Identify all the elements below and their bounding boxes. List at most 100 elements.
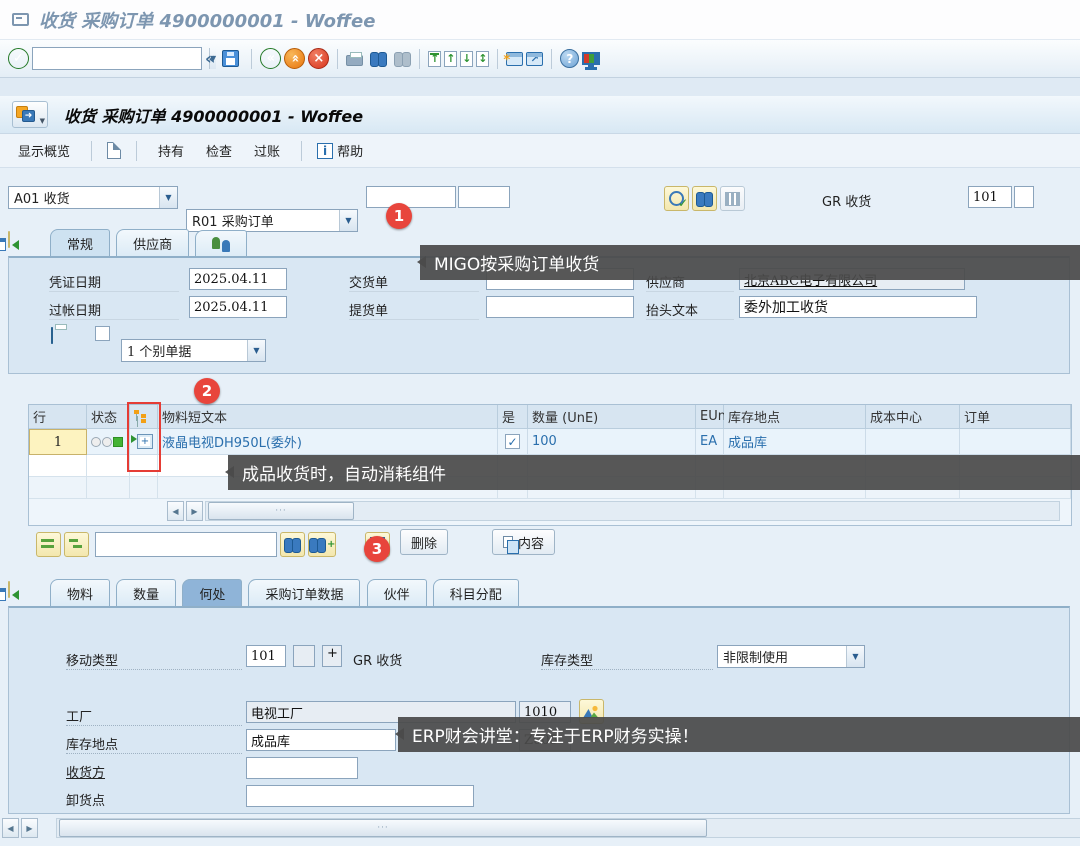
tab-where[interactable]: 何处 — [182, 579, 242, 606]
annotation-1-tooltip: MIGO按采购订单收货 — [420, 245, 1080, 280]
new-session-icon[interactable]: * — [506, 52, 523, 66]
row1-line[interactable]: 1 — [29, 429, 87, 455]
first-page-icon[interactable]: ↑ — [428, 51, 441, 67]
transaction-menu-icon[interactable]: ➜▼ — [12, 101, 48, 128]
tab-account[interactable]: 科目分配 — [433, 579, 519, 606]
slip-type-select[interactable]: 1 个别单据▼ — [121, 339, 266, 362]
col-cost-center[interactable]: 成本中心 — [866, 405, 960, 429]
po-number-field[interactable] — [366, 186, 456, 208]
tab-quantity[interactable]: 数量 — [116, 579, 176, 606]
tab-vendor[interactable]: 供应商 — [116, 229, 189, 256]
debit-credit-field[interactable]: + — [322, 645, 342, 667]
scroll-track[interactable]: ··· — [56, 818, 1080, 838]
command-field[interactable]: ▼ — [32, 47, 202, 70]
col-order[interactable]: 订单 — [960, 405, 1071, 429]
print-slip-icon[interactable] — [51, 327, 53, 344]
col-status[interactable]: 状态 — [87, 405, 130, 429]
goods-recipient-label[interactable]: 收货方 — [66, 762, 105, 781]
row1-ok[interactable]: ✓ — [498, 429, 528, 455]
row1-order[interactable] — [960, 429, 1071, 455]
create-shortcut-icon[interactable]: ↗ — [526, 52, 543, 66]
stock-type-select[interactable]: 非限制使用▼ — [717, 645, 865, 668]
dropdown-icon[interactable]: ▼ — [846, 646, 864, 667]
exit-up-icon[interactable]: « — [284, 48, 305, 69]
col-eun[interactable]: EUn — [696, 405, 724, 429]
check-button[interactable]: 检查 — [200, 138, 238, 163]
hold-button[interactable]: 持有 — [152, 138, 190, 163]
doc-date-field[interactable] — [189, 268, 287, 290]
search-po-button[interactable] — [692, 186, 717, 211]
movement-type-value[interactable] — [246, 645, 286, 667]
col-line[interactable]: 行 — [29, 405, 87, 429]
scroll-thumb[interactable]: ··· — [59, 819, 707, 837]
scroll-right-icon[interactable]: ▶ — [21, 818, 38, 838]
customize-layout-icon[interactable] — [582, 52, 600, 65]
row1-material[interactable]: 液晶电视DH950L(委外) — [158, 429, 498, 455]
tab-partners[interactable] — [195, 230, 247, 257]
row1-cost-center[interactable] — [866, 429, 960, 455]
command-input[interactable] — [33, 48, 209, 69]
tab-po-data[interactable]: 采购订单数据 — [248, 579, 360, 606]
collapse-icon[interactable]: « — [205, 49, 215, 68]
header-text-field[interactable] — [739, 296, 977, 318]
ok-checkbox[interactable]: ✓ — [505, 434, 520, 449]
window-menu-icon[interactable] — [12, 13, 29, 26]
contents-button[interactable]: 内容 — [492, 529, 555, 555]
help-button[interactable]: i帮助 — [317, 141, 363, 160]
movement-sub-field[interactable] — [1014, 186, 1034, 208]
close-header-detail-icon[interactable] — [8, 231, 10, 248]
display-all-items-button[interactable] — [36, 532, 61, 557]
item-find-button[interactable] — [280, 532, 305, 557]
print-checkbox[interactable] — [95, 326, 110, 341]
last-page-icon[interactable]: ↕ — [476, 51, 489, 67]
goods-recipient-field[interactable] — [246, 757, 358, 779]
find-icon[interactable] — [370, 52, 387, 65]
col-material[interactable]: 物料短文本 — [158, 405, 498, 429]
post-button[interactable]: 过账 — [248, 138, 286, 163]
dropdown-icon[interactable]: ▼ — [159, 187, 177, 208]
next-page-icon[interactable]: ↓ — [460, 51, 473, 67]
find-next-icon[interactable] — [394, 52, 411, 65]
scroll-thumb[interactable]: ··· — [208, 502, 354, 520]
col-sloc[interactable]: 库存地点 — [724, 405, 866, 429]
empty-cell — [29, 477, 87, 499]
row1-qty[interactable]: 100 — [528, 429, 696, 455]
print-icon[interactable] — [346, 55, 363, 66]
col-ok[interactable]: 是 — [498, 405, 528, 429]
row1-eun[interactable]: EA — [696, 429, 724, 455]
scroll-right-icon[interactable]: ▶ — [186, 501, 203, 521]
po-item-field[interactable] — [458, 186, 510, 208]
posting-date-field[interactable] — [189, 296, 287, 318]
item-search-input[interactable] — [95, 532, 277, 557]
movement-type-field[interactable] — [968, 186, 1012, 208]
help-icon[interactable]: ? — [560, 49, 579, 68]
columns-button[interactable] — [720, 186, 745, 211]
bill-of-lading-field[interactable] — [486, 296, 634, 318]
new-document-icon[interactable] — [107, 142, 121, 159]
movement-special-field[interactable] — [293, 645, 315, 667]
dropdown-icon[interactable]: ▼ — [247, 340, 265, 361]
sloc-field[interactable] — [246, 729, 396, 751]
enter-button[interactable]: ✓ — [8, 48, 29, 69]
movement-type-label: 移动类型 — [66, 650, 242, 670]
scroll-left-icon[interactable]: ◀ — [167, 501, 184, 521]
back-icon[interactable]: « — [260, 48, 281, 69]
action-select[interactable]: A01 收货▼ — [8, 186, 178, 209]
col-qty[interactable]: 数量 (UnE) — [528, 405, 696, 429]
item-find-next-button[interactable]: + — [308, 532, 336, 557]
overview-button[interactable]: 显示概览 — [12, 138, 76, 163]
row1-sloc[interactable]: 成品库 — [724, 429, 866, 455]
scroll-left-icon[interactable]: ◀ — [2, 818, 19, 838]
scroll-track[interactable]: ··· — [205, 501, 1060, 521]
tab-material[interactable]: 物料 — [50, 579, 110, 606]
tab-general[interactable]: 常规 — [50, 229, 110, 256]
close-item-detail-icon[interactable] — [8, 581, 10, 598]
delete-row-button[interactable]: 删除 — [400, 529, 448, 555]
previous-page-icon[interactable]: ↑ — [444, 51, 457, 67]
tab-partner[interactable]: 伙伴 — [367, 579, 427, 606]
save-icon[interactable] — [222, 50, 239, 67]
execute-button[interactable] — [664, 186, 689, 211]
unloading-point-field[interactable] — [246, 785, 474, 807]
cancel-icon[interactable]: × — [308, 48, 329, 69]
display-open-items-button[interactable] — [64, 532, 89, 557]
